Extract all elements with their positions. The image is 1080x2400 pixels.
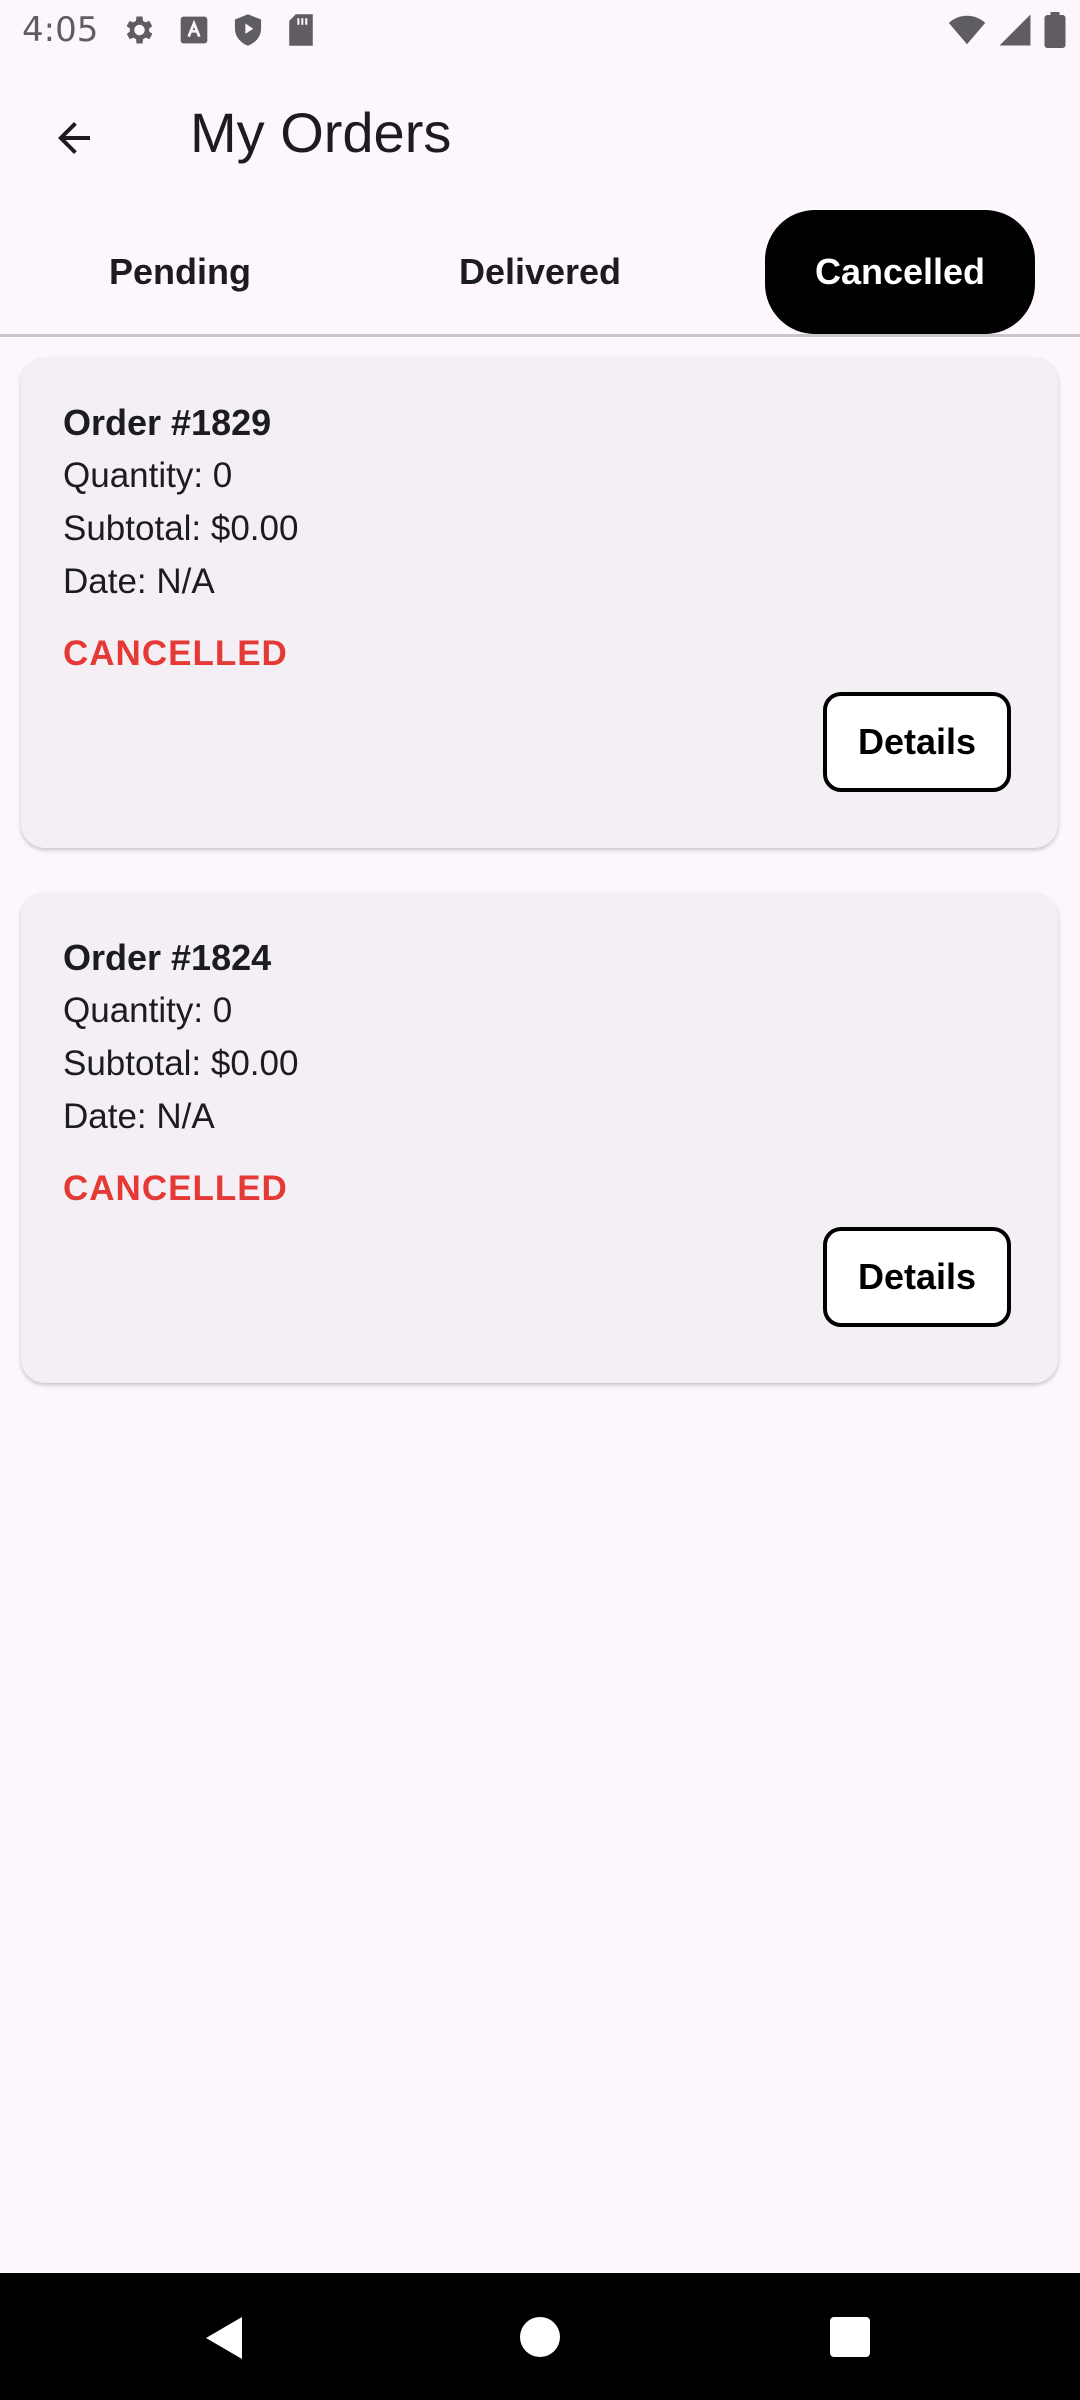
app-bar: My Orders [0, 64, 1080, 208]
cell-signal-icon [998, 13, 1032, 52]
order-date: Date: N/A [63, 1097, 215, 1136]
details-button[interactable]: Details [823, 692, 1011, 792]
order-card: Order #1829 Quantity: 0 Subtotal: $0.00 … [21, 358, 1058, 848]
nav-home-icon[interactable] [520, 2317, 560, 2357]
details-button[interactable]: Details [823, 1227, 1011, 1327]
tab-bar: Pending Delivered Cancelled [0, 208, 1080, 337]
status-bar: 4:05 [0, 0, 1080, 64]
order-status-badge: CANCELLED [63, 1169, 288, 1208]
order-date: Date: N/A [63, 562, 215, 601]
wifi-icon [948, 14, 986, 51]
order-quantity: Quantity: 0 [63, 991, 233, 1030]
shield-icon [232, 13, 264, 52]
nav-back-icon[interactable] [204, 2315, 244, 2366]
sd-card-icon [286, 13, 316, 52]
nav-recents-icon[interactable] [830, 2317, 870, 2357]
status-time: 4:05 [22, 10, 99, 50]
tab-cancelled[interactable]: Cancelled [765, 210, 1035, 334]
status-icons-left [120, 12, 316, 53]
order-status-badge: CANCELLED [63, 634, 288, 673]
arrow-left-icon [50, 114, 98, 167]
battery-icon [1044, 12, 1066, 53]
order-title: Order #1829 [63, 402, 272, 443]
system-nav-bar [0, 2273, 1080, 2400]
order-quantity: Quantity: 0 [63, 456, 233, 495]
tab-pending[interactable]: Pending [0, 210, 360, 334]
order-card: Order #1824 Quantity: 0 Subtotal: $0.00 … [21, 893, 1058, 1383]
status-icons-right [948, 12, 1066, 53]
order-subtotal: Subtotal: $0.00 [63, 509, 299, 548]
order-title: Order #1824 [63, 937, 272, 978]
back-button[interactable] [38, 104, 110, 176]
page-title: My Orders [190, 101, 452, 164]
order-subtotal: Subtotal: $0.00 [63, 1044, 299, 1083]
gear-icon [120, 12, 156, 53]
tab-delivered[interactable]: Delivered [360, 210, 720, 334]
text-a-icon [178, 14, 210, 51]
